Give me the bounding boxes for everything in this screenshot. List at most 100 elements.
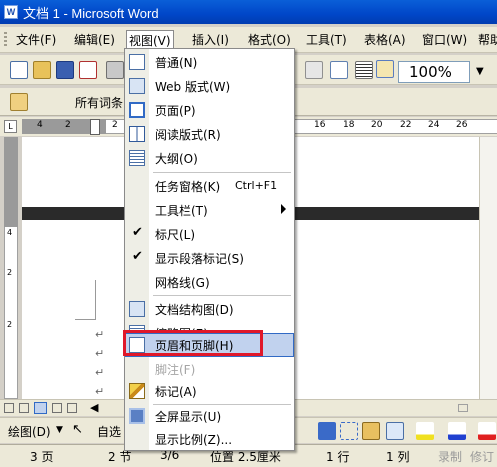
markup-icon <box>129 383 145 399</box>
scroll-thumb[interactable] <box>458 404 468 412</box>
word-app-icon: W <box>4 5 18 19</box>
menu-edit[interactable]: 编辑(E) <box>72 30 117 50</box>
view-menu-full-screen[interactable]: 全屏显示(U) <box>125 404 294 428</box>
view-menu-gridlines[interactable]: 网格线(G) <box>125 270 294 294</box>
zoom-value: 100% <box>409 63 452 81</box>
tab-selector[interactable]: L <box>4 120 17 133</box>
menu-file[interactable]: 文件(F) <box>14 30 58 50</box>
status-page: 3 页 <box>30 450 54 464</box>
ruler-tick: 26 <box>456 120 468 130</box>
paragraph-mark: ↵ <box>95 366 105 379</box>
permission-icon[interactable] <box>79 61 97 79</box>
diagram-icon[interactable] <box>340 422 358 440</box>
clipart-icon[interactable] <box>362 422 380 440</box>
menu-item-label: 工具栏(T) <box>155 204 208 218</box>
menu-window[interactable]: 窗口(W) <box>420 30 469 50</box>
view-menu-dropdown: 普通(N) Web 版式(W) 页面(P) 阅读版式(R) 大纲(O) 任务窗格… <box>124 48 295 451</box>
view-menu-ruler[interactable]: ✔ 标尺(L) <box>125 222 294 246</box>
print-icon[interactable] <box>106 61 124 79</box>
menu-item-label: 显示比例(Z)... <box>155 433 233 447</box>
zoom-dropdown-arrow-icon[interactable]: ▼ <box>476 66 484 77</box>
normal-view-icon <box>129 54 145 70</box>
annotation-highlight <box>123 330 263 356</box>
ruler-tick: 4 <box>37 120 43 130</box>
paragraph-mark: ↵ <box>95 347 105 360</box>
submenu-arrow-icon <box>281 204 286 214</box>
view-menu-normal[interactable]: 普通(N) <box>125 50 294 74</box>
menu-item-label: 页面(P) <box>155 104 196 118</box>
vruler-tick: 2 <box>7 268 13 277</box>
reading-view-button-icon[interactable] <box>67 403 77 413</box>
font-color-icon[interactable] <box>478 422 496 440</box>
autoshape-menu[interactable]: 自选 <box>97 423 121 440</box>
window-title: 文档 1 - Microsoft Word <box>23 5 159 21</box>
select-pointer-icon[interactable]: ↖ <box>72 422 83 437</box>
status-line: 1 行 <box>326 450 350 464</box>
view-menu-print-layout[interactable]: 页面(P) <box>125 98 294 122</box>
web-layout-icon <box>129 78 145 94</box>
view-menu-footnotes: 脚注(F) <box>125 357 294 381</box>
indent-marker[interactable] <box>90 119 100 135</box>
styles-icon[interactable] <box>10 93 28 111</box>
new-document-icon[interactable] <box>10 61 28 79</box>
document-map-toolbar-icon[interactable] <box>376 60 394 78</box>
style-combobox[interactable]: 所有词条 <box>75 94 123 111</box>
menu-item-label: 标尺(L) <box>155 228 196 242</box>
menu-item-shortcut: Ctrl+F1 <box>235 179 278 192</box>
menu-help[interactable]: 帮助 <box>476 30 497 50</box>
open-folder-icon[interactable] <box>33 61 51 79</box>
web-view-button-icon[interactable] <box>19 403 29 413</box>
vruler-tick: 4 <box>7 228 13 237</box>
menubar-grip[interactable] <box>4 32 7 48</box>
menu-item-label: 大纲(O) <box>155 152 198 166</box>
menu-item-label: 普通(N) <box>155 56 198 70</box>
view-menu-document-map[interactable]: 文档结构图(D) <box>125 297 294 321</box>
view-menu-show-paragraph-marks[interactable]: ✔ 显示段落标记(S) <box>125 246 294 270</box>
view-menu-task-pane[interactable]: 任务窗格(K) Ctrl+F1 <box>125 174 294 198</box>
status-column: 1 列 <box>386 450 410 464</box>
save-icon[interactable] <box>56 61 74 79</box>
picture-icon[interactable] <box>386 422 404 440</box>
print-view-button-icon[interactable] <box>34 402 47 414</box>
ruler-tick: 16 <box>314 120 326 130</box>
zoom-combobox[interactable]: 100% <box>398 61 470 83</box>
print-layout-icon <box>129 102 145 118</box>
status-rec[interactable]: 录制 <box>438 448 462 465</box>
margin-corner-mark <box>75 319 95 320</box>
full-screen-icon <box>129 408 145 424</box>
insert-excel-icon[interactable] <box>305 61 323 79</box>
reading-layout-icon <box>129 126 145 142</box>
outline-icon <box>129 150 145 166</box>
menu-item-label: 标记(A) <box>155 385 197 399</box>
draw-menu[interactable]: 绘图(D) <box>8 423 51 440</box>
status-trk[interactable]: 修订 <box>470 448 494 465</box>
menu-item-label: 显示段落标记(S) <box>155 252 244 266</box>
menu-insert[interactable]: 插入(I) <box>190 30 231 50</box>
menu-item-label: 文档结构图(D) <box>155 303 234 317</box>
menu-tools[interactable]: 工具(T) <box>304 30 349 50</box>
drawing-icon[interactable] <box>355 61 373 79</box>
vertical-scrollbar[interactable] <box>479 137 497 399</box>
ruler-tick: 2 <box>112 120 118 130</box>
view-menu-web-layout[interactable]: Web 版式(W) <box>125 74 294 98</box>
view-menu-markup[interactable]: 标记(A) <box>125 379 294 403</box>
columns-icon[interactable] <box>330 61 348 79</box>
menu-format[interactable]: 格式(O) <box>246 30 293 50</box>
line-color-icon[interactable] <box>448 422 466 440</box>
normal-view-button-icon[interactable] <box>4 403 14 413</box>
view-menu-zoom[interactable]: 显示比例(Z)... <box>125 427 294 451</box>
draw-dropdown-icon[interactable]: ▼ <box>56 425 63 435</box>
menu-view[interactable]: 视图(V) <box>126 30 174 50</box>
scroll-left-icon[interactable]: ◀ <box>90 401 98 414</box>
view-menu-outline[interactable]: 大纲(O) <box>125 146 294 170</box>
outline-view-button-icon[interactable] <box>52 403 62 413</box>
view-menu-reading-layout[interactable]: 阅读版式(R) <box>125 122 294 146</box>
menu-item-label: 网格线(G) <box>155 276 210 290</box>
menu-item-label: Web 版式(W) <box>155 80 231 94</box>
fill-color-icon[interactable] <box>416 422 434 440</box>
vertical-ruler-margin <box>4 137 18 227</box>
view-menu-toolbars[interactable]: 工具栏(T) <box>125 198 294 222</box>
menu-item-label: 阅读版式(R) <box>155 128 221 142</box>
wordart-icon[interactable] <box>318 422 336 440</box>
menu-table[interactable]: 表格(A) <box>362 30 408 50</box>
